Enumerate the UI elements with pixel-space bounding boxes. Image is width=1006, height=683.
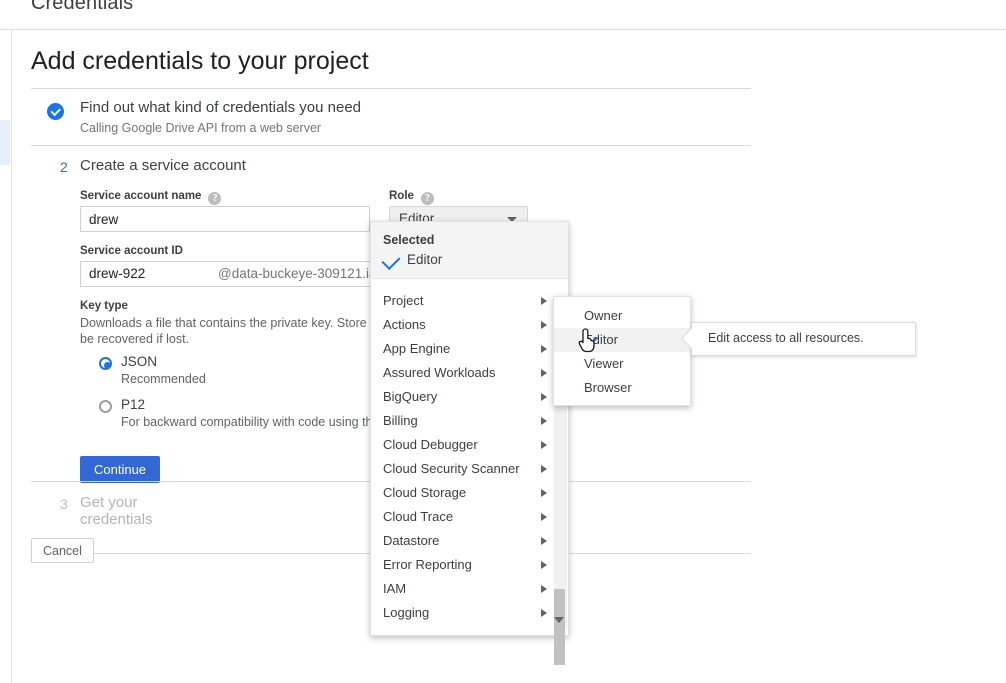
role-submenu-item-viewer[interactable]: Viewer — [554, 352, 690, 376]
role-menu-item-assured-workloads[interactable]: Assured Workloads — [371, 361, 568, 385]
role-menu-item-error-reporting[interactable]: Error Reporting — [371, 553, 568, 577]
chevron-right-icon — [541, 513, 547, 521]
chevron-right-icon — [541, 417, 547, 425]
menu-item-label: Cloud Security Scanner — [383, 457, 520, 481]
role-menu-item-actions[interactable]: Actions — [371, 313, 568, 337]
menu-item-label: IAM — [383, 577, 406, 601]
role-submenu[interactable]: Owner Editor Viewer Browser — [553, 296, 691, 406]
menu-item-label: Actions — [383, 313, 426, 337]
chevron-right-icon — [541, 393, 547, 401]
key-type-desc-line-1: Downloads a file that contains the priva… — [80, 316, 390, 330]
step-3-number: 3 — [60, 496, 68, 512]
menu-item-label: Error Reporting — [383, 553, 472, 577]
menu-item-label: Cloud Trace — [383, 505, 453, 529]
menu-item-label: Cloud Storage — [383, 481, 466, 505]
wizard-heading: Add credentials to your project — [31, 47, 369, 76]
service-account-id-label: Service account ID — [80, 245, 183, 257]
role-submenu-item-editor[interactable]: Editor — [554, 328, 690, 352]
role-tooltip: Edit access to all resources. — [691, 322, 916, 356]
chevron-right-icon — [541, 585, 547, 593]
submenu-item-label: Browser — [584, 376, 632, 400]
menu-item-label: Datastore — [383, 529, 439, 553]
step-1-title: Find out what kind of credentials you ne… — [80, 99, 361, 116]
page-header: Credentials — [0, 0, 1006, 30]
radio-json-sublabel: Recommended — [121, 372, 206, 386]
menu-item-label: BigQuery — [383, 385, 437, 409]
menu-item-label: Project — [383, 289, 423, 313]
submenu-item-label: Owner — [584, 304, 622, 328]
role-menu-item-cloud-trace[interactable]: Cloud Trace — [371, 505, 568, 529]
step-3-title: Get your credentials — [80, 494, 153, 528]
service-account-name-input[interactable] — [80, 206, 370, 232]
menu-item-label: App Engine — [383, 337, 450, 361]
chevron-right-icon — [541, 321, 547, 329]
role-menu-selected-header: Selected — [383, 233, 434, 247]
tooltip-text: Edit access to all resources. — [708, 331, 864, 345]
chevron-right-icon — [541, 465, 547, 473]
role-dropdown-menu[interactable]: Selected Editor Project Actions App Engi… — [370, 221, 569, 636]
role-menu-item-iam[interactable]: IAM — [371, 577, 568, 601]
page-title: Credentials — [31, 0, 133, 15]
step-2-number: 2 — [60, 159, 68, 175]
role-submenu-item-browser[interactable]: Browser — [554, 376, 690, 400]
key-type-desc-line-2: be recovered if lost. — [80, 331, 390, 347]
step-2-title: Create a service account — [80, 157, 246, 174]
menu-item-label: Billing — [383, 409, 418, 433]
divider-step1-step2 — [31, 145, 751, 146]
help-icon[interactable]: ? — [421, 192, 434, 205]
role-menu-item-cloud-storage[interactable]: Cloud Storage — [371, 481, 568, 505]
chevron-right-icon — [541, 489, 547, 497]
check-circle-icon — [47, 103, 64, 120]
role-label: Role? — [389, 190, 434, 205]
role-menu-item-project[interactable]: Project — [371, 289, 568, 313]
submenu-item-label: Editor — [584, 328, 618, 352]
continue-button[interactable]: Continue — [80, 456, 160, 483]
nav-rail-accent — [0, 120, 10, 165]
role-menu-scrollbar-thumb[interactable] — [554, 589, 565, 665]
chevron-right-icon — [541, 561, 547, 569]
chevron-right-icon — [541, 537, 547, 545]
key-type-label: Key type — [80, 300, 128, 312]
cancel-button[interactable]: Cancel — [31, 538, 94, 563]
menu-item-label: Assured Workloads — [383, 361, 495, 385]
role-menu-selected-value: Editor — [407, 252, 442, 267]
role-menu-item-bigquery[interactable]: BigQuery — [371, 385, 568, 409]
service-account-id-input[interactable]: drew-922 @data-buckeye-309121.iam.gs — [80, 261, 400, 287]
role-menu-item-billing[interactable]: Billing — [371, 409, 568, 433]
menu-item-label: Logging — [383, 601, 429, 625]
submenu-item-label: Viewer — [584, 352, 624, 376]
service-account-name-label: Service account name? — [80, 190, 221, 205]
chevron-right-icon — [541, 609, 547, 617]
menu-item-label: Cloud Debugger — [383, 433, 478, 457]
chevron-down-icon[interactable] — [554, 617, 564, 623]
radio-json[interactable] — [99, 357, 112, 370]
chevron-right-icon — [541, 297, 547, 305]
role-menu-list: Project Actions App Engine Assured Workl… — [371, 279, 568, 635]
role-menu-item-app-engine[interactable]: App Engine — [371, 337, 568, 361]
role-menu-item-cloud-security-scanner[interactable]: Cloud Security Scanner — [371, 457, 568, 481]
check-icon — [381, 251, 400, 270]
role-menu-item-datastore[interactable]: Datastore — [371, 529, 568, 553]
service-account-id-value: drew-922 — [89, 266, 145, 281]
divider-top — [31, 88, 751, 89]
help-icon[interactable]: ? — [208, 192, 221, 205]
chevron-right-icon — [541, 345, 547, 353]
role-menu-selected-section: Selected Editor — [371, 222, 568, 279]
radio-json-label: JSON — [121, 354, 157, 369]
radio-p12-label: P12 — [121, 397, 145, 412]
role-menu-item-cloud-debugger[interactable]: Cloud Debugger — [371, 433, 568, 457]
role-menu-item-logging[interactable]: Logging — [371, 601, 568, 625]
radio-p12[interactable] — [99, 400, 112, 413]
role-submenu-item-owner[interactable]: Owner — [554, 304, 690, 328]
key-type-description: Downloads a file that contains the priva… — [80, 315, 390, 347]
role-menu-scrollbar-track[interactable] — [554, 405, 567, 629]
chevron-right-icon — [541, 369, 547, 377]
step-1-subtitle: Calling Google Drive API from a web serv… — [80, 121, 321, 135]
chevron-right-icon — [541, 441, 547, 449]
